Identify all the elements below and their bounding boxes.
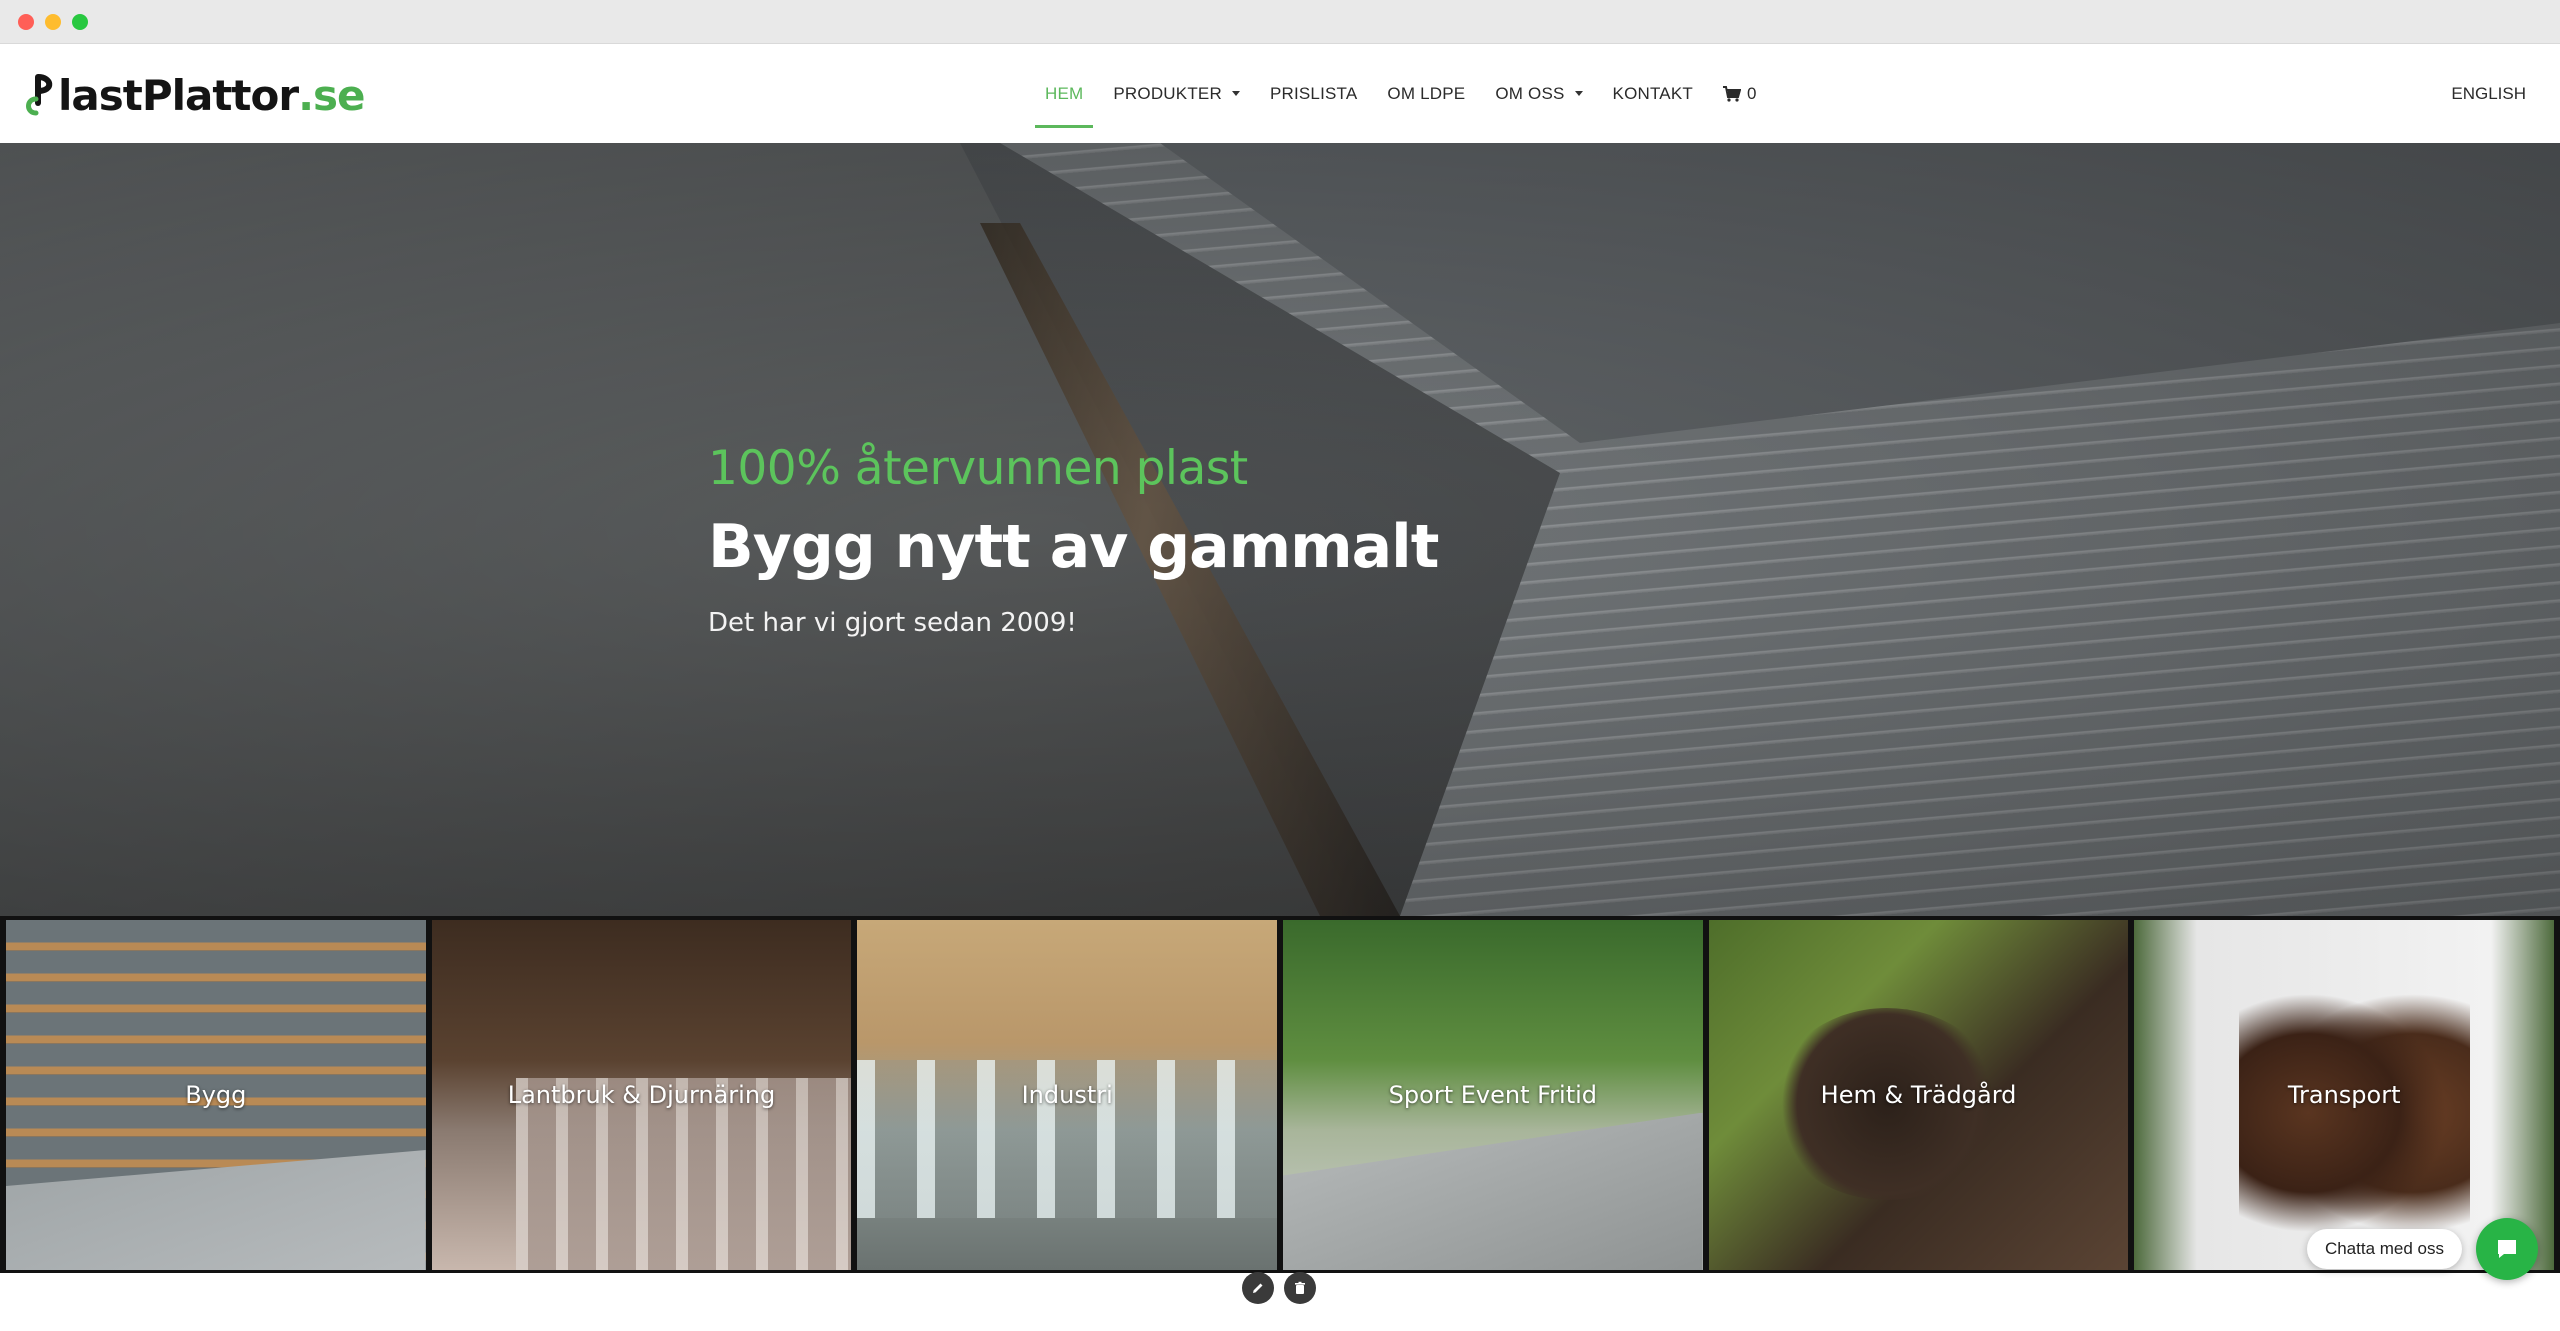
nav-item-prislista[interactable]: PRISLISTA bbox=[1270, 44, 1357, 143]
hero-title: Bygg nytt av gammalt bbox=[708, 512, 1439, 582]
trash-icon bbox=[1295, 1281, 1305, 1294]
window-close-button[interactable] bbox=[18, 14, 34, 30]
tile-label: Sport Event Fritid bbox=[1388, 1081, 1598, 1109]
nav-item-label: KONTAKT bbox=[1612, 83, 1693, 103]
tile-label: Bygg bbox=[185, 1081, 247, 1109]
hero-subtitle: Det har vi gjort sedan 2009! bbox=[708, 608, 1077, 638]
nav-item-hem[interactable]: HEM bbox=[1034, 44, 1094, 143]
hero-banner: 100% återvunnen plast Bygg nytt av gamma… bbox=[0, 143, 2560, 916]
edit-section-button[interactable] bbox=[1242, 1272, 1274, 1304]
nav-item-produkter[interactable]: PRODUKTER bbox=[1113, 44, 1240, 143]
site-logo[interactable]: lastPlattor .se bbox=[24, 70, 366, 120]
cart-count: 0 bbox=[1746, 83, 1757, 103]
cart-icon bbox=[1722, 85, 1741, 102]
language-switch-english[interactable]: ENGLISH bbox=[2451, 44, 2526, 143]
caret-down-icon bbox=[1574, 91, 1583, 96]
nav-item-om-ldpe[interactable]: OM LDPE bbox=[1387, 44, 1465, 143]
site-header: lastPlattor .se HEM PRODUKTER PRISLISTA O… bbox=[0, 44, 2560, 143]
category-tile-hem-tradgard[interactable]: Hem & Trädgård bbox=[1708, 920, 2129, 1270]
delete-section-button[interactable] bbox=[1284, 1272, 1316, 1304]
cart-button[interactable]: 0 bbox=[1722, 44, 1757, 143]
category-tile-industri[interactable]: Industri bbox=[857, 920, 1278, 1270]
nav-item-kontakt[interactable]: KONTAKT bbox=[1613, 44, 1693, 143]
chat-open-button[interactable] bbox=[2476, 1218, 2538, 1280]
category-tile-lantbruk[interactable]: Lantbruk & Djurnäring bbox=[431, 920, 852, 1270]
chat-widget: Chatta med oss bbox=[2306, 1218, 2538, 1280]
window-minimize-button[interactable] bbox=[45, 14, 61, 30]
nav-item-label: OM OSS bbox=[1495, 83, 1565, 103]
nav-item-label: OM LDPE bbox=[1387, 83, 1466, 103]
category-tiles: Bygg Lantbruk & Djurnäring Industri Spor… bbox=[0, 916, 2560, 1273]
category-tile-sport[interactable]: Sport Event Fritid bbox=[1283, 920, 1703, 1270]
nav-item-om-oss[interactable]: OM OSS bbox=[1495, 44, 1583, 143]
pencil-icon bbox=[1253, 1283, 1263, 1293]
tile-label: Industri bbox=[1021, 1081, 1113, 1109]
logo-mark-icon bbox=[26, 74, 53, 116]
tile-label: Lantbruk & Djurnäring bbox=[507, 1081, 776, 1109]
tile-label: Hem & Trädgård bbox=[1820, 1081, 2017, 1109]
nav-item-label: PRODUKTER bbox=[1113, 83, 1222, 103]
window-maximize-button[interactable] bbox=[72, 14, 88, 30]
nav-item-label: PRISLISTA bbox=[1269, 83, 1358, 103]
logo-text: lastPlattor bbox=[58, 70, 299, 120]
caret-down-icon bbox=[1231, 91, 1240, 96]
browser-chrome bbox=[0, 0, 2560, 44]
section-edit-controls bbox=[1242, 1272, 1316, 1304]
chat-bubble-icon bbox=[2498, 1240, 2516, 1258]
chat-label[interactable]: Chatta med oss bbox=[2306, 1229, 2462, 1269]
logo-tld: .se bbox=[298, 70, 365, 120]
category-tile-bygg[interactable]: Bygg bbox=[6, 920, 426, 1270]
nav-item-label: HEM bbox=[1045, 83, 1084, 103]
hero-text-block: 100% återvunnen plast Bygg nytt av gamma… bbox=[708, 441, 1439, 638]
hero-kicker: 100% återvunnen plast bbox=[708, 441, 1248, 496]
main-nav: HEM PRODUKTER PRISLISTA OM LDPE OM OSS K… bbox=[1034, 44, 1787, 143]
